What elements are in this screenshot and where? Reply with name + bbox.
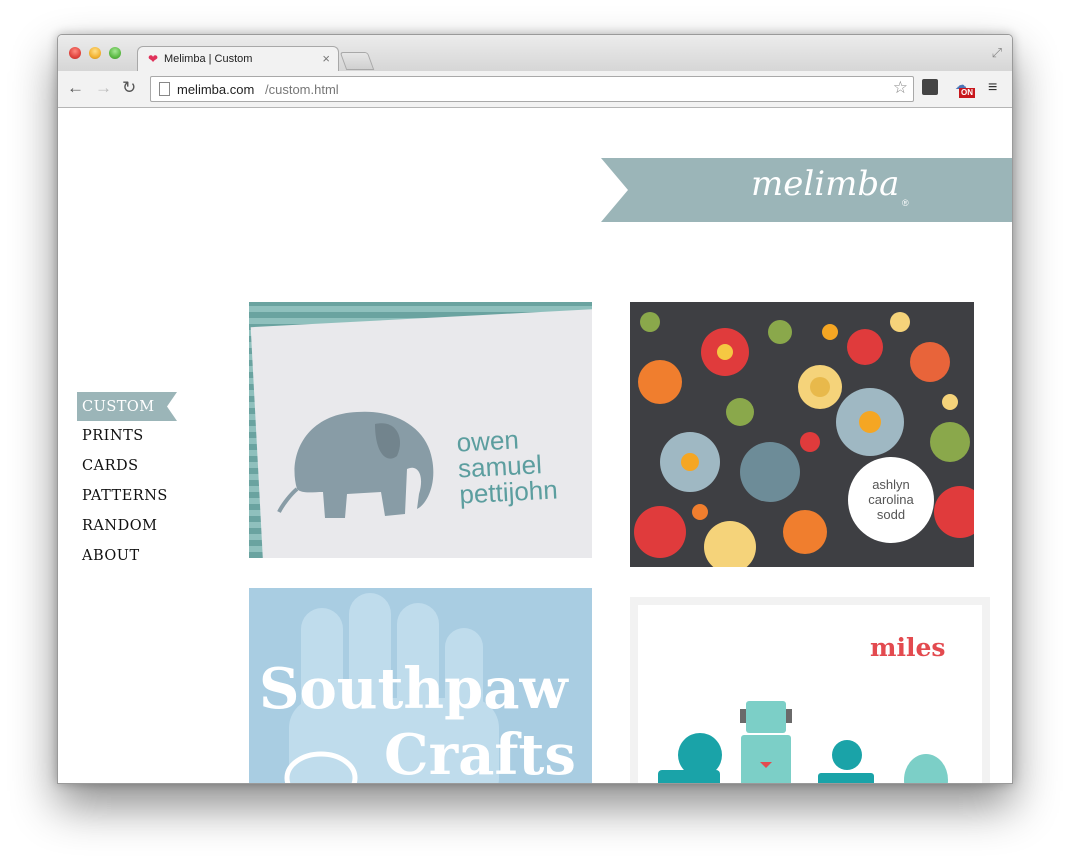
forward-arrow-icon[interactable]: → <box>95 79 112 97</box>
robots-illustration <box>658 701 948 783</box>
site-logo: melimba <box>751 164 900 204</box>
ashlyn-line-2: carolina <box>868 492 914 507</box>
owen-name-text: owen samuel pettijohn <box>456 424 559 510</box>
ashlyn-line-1: ashlyn <box>872 477 910 492</box>
tab-close-icon[interactable]: × <box>322 51 330 66</box>
address-bar[interactable]: melimba.com /custom.html ☆ <box>150 76 914 102</box>
fullscreen-icon[interactable]: ⤢ <box>992 45 1002 61</box>
name-circle-badge: ashlyn carolina sodd <box>848 457 934 543</box>
heart-icon: ❤ <box>148 52 159 66</box>
southpaw-line-1: Southpaw <box>259 656 568 722</box>
minimize-window-button[interactable] <box>89 47 101 59</box>
browser-tab[interactable]: ❤ Melimba | Custom × <box>137 46 339 72</box>
ashlyn-name-text: ashlyn carolina sodd <box>848 477 934 522</box>
browser-toolbar: ← → ↻ melimba.com /custom.html ☆ ☁ ON ≡ <box>58 71 1012 108</box>
nav-item-patterns[interactable]: PATTERNS <box>77 481 177 511</box>
close-window-button[interactable] <box>69 47 81 59</box>
nav-item-custom[interactable]: CUSTOM <box>77 392 177 421</box>
thumb-miles-card[interactable]: miles <box>630 597 990 783</box>
owen-line-3: pettijohn <box>458 474 559 510</box>
page-icon <box>159 82 170 96</box>
browser-window: ❤ Melimba | Custom × ⤢ ← → ↻ melimba.com… <box>57 34 1013 784</box>
url-path: /custom.html <box>265 82 339 97</box>
main-nav: CUSTOM PRINTS CARDS PATTERNS RANDOM ABOU… <box>77 392 177 571</box>
evernote-extension-icon[interactable] <box>922 79 938 95</box>
url-host: melimba.com <box>177 82 255 97</box>
extension-toggle-icon[interactable]: ☁ ON <box>953 78 975 98</box>
logo-banner[interactable]: melimba ® <box>601 158 1012 222</box>
nav-item-about[interactable]: ABOUT <box>77 541 177 571</box>
bookmark-star-icon[interactable]: ☆ <box>893 78 908 98</box>
extension-on-badge: ON <box>959 88 975 98</box>
new-tab-button[interactable] <box>339 52 375 70</box>
page-content: melimba ® CUSTOM PRINTS CARDS PATTERNS R… <box>58 108 1012 783</box>
nav-item-prints[interactable]: PRINTS <box>77 421 177 451</box>
title-bar: ❤ Melimba | Custom × ⤢ <box>58 35 1012 72</box>
thumb-owen-card[interactable]: owen samuel pettijohn <box>249 302 592 558</box>
southpaw-title: Southpaw Crafts <box>259 656 576 783</box>
back-arrow-icon[interactable]: ← <box>67 79 84 97</box>
reload-icon[interactable]: ↻ <box>122 79 136 97</box>
zoom-window-button[interactable] <box>109 47 121 59</box>
thumb-ashlyn-card[interactable]: ashlyn carolina sodd <box>630 302 974 567</box>
nav-item-cards[interactable]: CARDS <box>77 451 177 481</box>
menu-icon[interactable]: ≡ <box>988 79 997 97</box>
miles-card-paper: miles <box>638 605 982 783</box>
tab-title: Melimba | Custom <box>164 53 253 65</box>
elephant-icon <box>277 411 434 518</box>
registered-mark: ® <box>902 198 909 208</box>
southpaw-line-2: Crafts <box>384 722 576 783</box>
thumb-southpaw-crafts[interactable]: Southpaw Crafts <box>249 588 592 783</box>
ashlyn-line-3: sodd <box>876 507 906 522</box>
nav-item-random[interactable]: RANDOM <box>77 511 177 541</box>
